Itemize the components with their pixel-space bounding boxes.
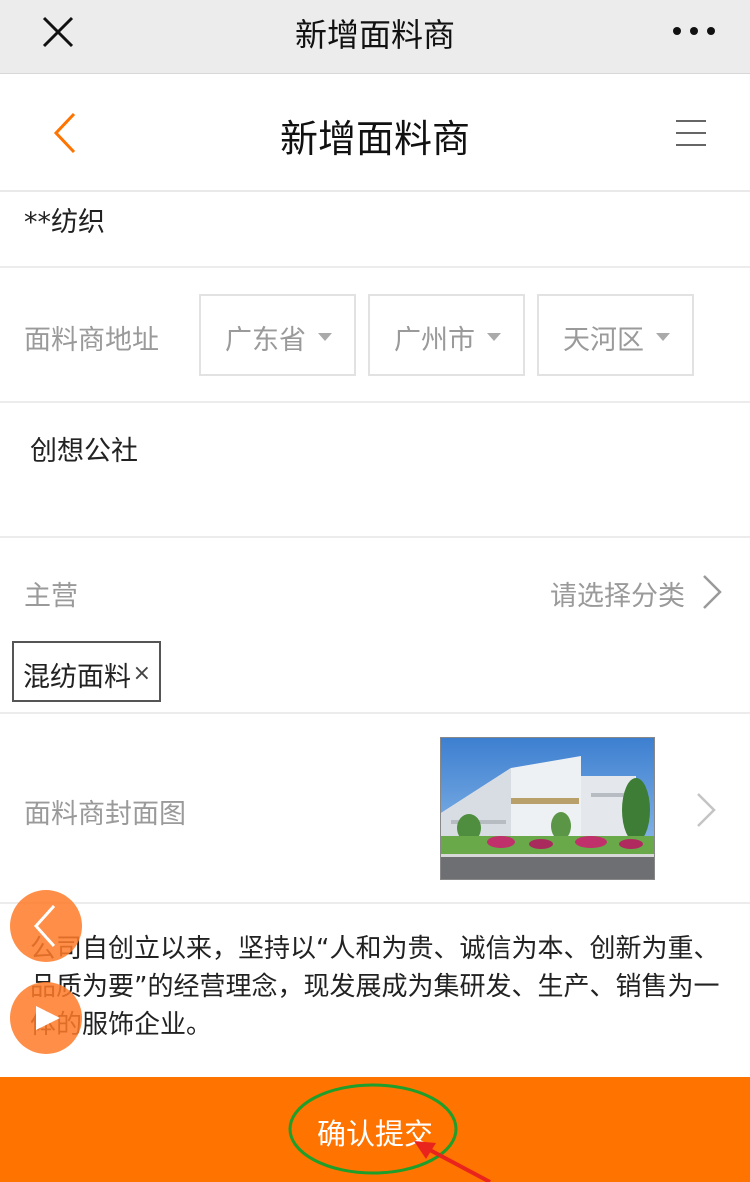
district-select[interactable]: 天河区	[537, 294, 694, 376]
dropdown-arrow-icon	[656, 333, 670, 341]
supplier-name-value: **纺织	[24, 207, 105, 238]
cover-image-thumbnail[interactable]	[440, 737, 655, 880]
browser-title: 新增面料商	[294, 16, 455, 54]
remove-tag-icon[interactable]: ×	[133, 661, 151, 686]
play-icon	[36, 1006, 60, 1030]
company-description[interactable]: 公司自创立以来，坚持以“人和为贵、诚信为本、创新为重、品质为要”的经营理念，现发…	[30, 930, 720, 1044]
supplier-name-field[interactable]: **纺织	[0, 192, 750, 268]
more-dots-icon[interactable]	[672, 26, 716, 36]
district-value: 天河区	[563, 325, 644, 356]
submit-label: 确认提交	[316, 1117, 433, 1151]
submit-button[interactable]: 确认提交	[0, 1077, 750, 1182]
detail-address-field[interactable]: 创想公社	[0, 403, 750, 538]
floating-back-button[interactable]	[10, 890, 82, 962]
city-value: 广州市	[394, 325, 475, 356]
address-label: 面料商地址	[24, 325, 159, 356]
app-header: 新增面料商	[0, 74, 750, 192]
category-tag-label: 混纺面料	[23, 662, 131, 693]
main-business-label: 主营	[24, 581, 78, 612]
dropdown-arrow-icon	[487, 333, 501, 341]
hamburger-menu-icon[interactable]	[676, 118, 706, 148]
browser-top-bar: 新增面料商	[0, 0, 750, 74]
floating-play-button[interactable]	[10, 982, 82, 1054]
dropdown-arrow-icon	[318, 333, 332, 341]
city-select[interactable]: 广州市	[368, 294, 525, 376]
category-tag: 混纺面料 ×	[12, 641, 161, 702]
chevron-left-icon	[33, 904, 56, 948]
province-select[interactable]: 广东省	[199, 294, 356, 376]
chevron-right-icon[interactable]	[700, 572, 724, 612]
cover-image-label: 面料商封面图	[24, 799, 186, 830]
detail-address-value: 创想公社	[30, 436, 138, 467]
category-select-link[interactable]: 请选择分类	[550, 574, 685, 613]
page-title: 新增面料商	[279, 117, 470, 161]
chevron-right-icon[interactable]	[694, 790, 718, 830]
province-value: 广东省	[225, 325, 306, 356]
address-row: 面料商地址 广东省 广州市 天河区	[0, 268, 750, 403]
